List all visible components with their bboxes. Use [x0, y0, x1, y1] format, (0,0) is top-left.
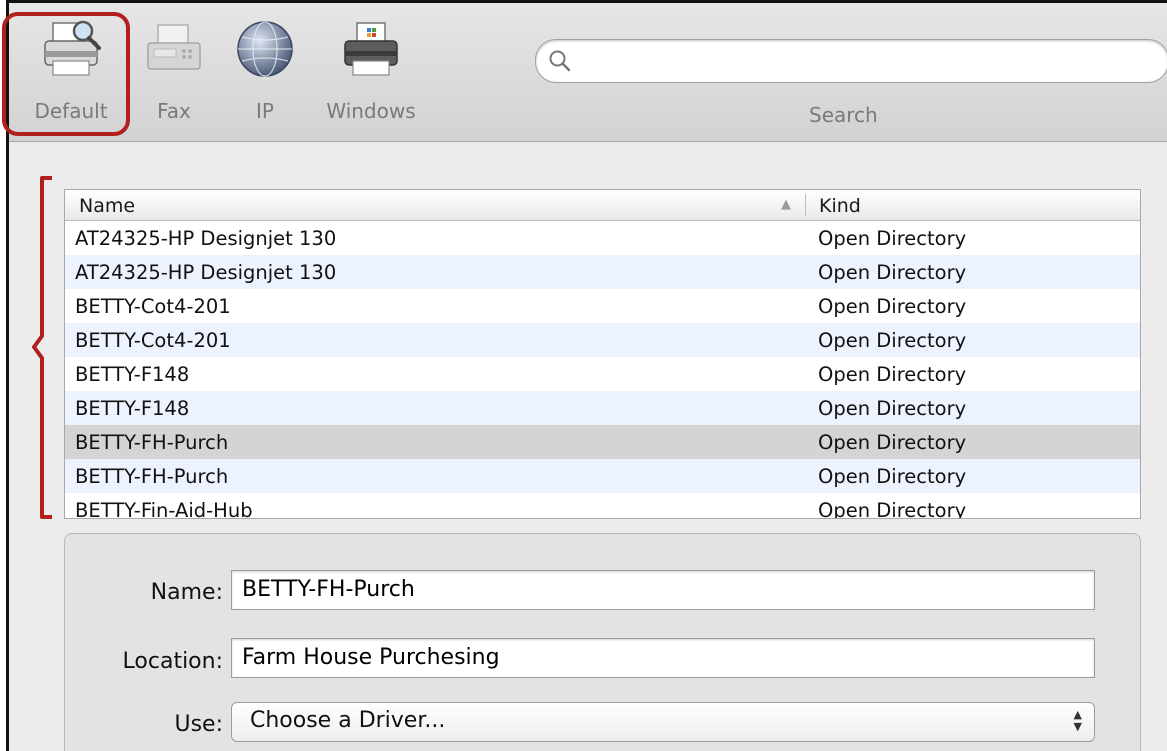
search-label: Search: [809, 103, 878, 127]
ip-button[interactable]: IP: [227, 17, 303, 123]
location-field-label: Location:: [122, 649, 223, 674]
printer-name: BETTY-FH-Purch: [75, 465, 229, 488]
ip-label: IP: [256, 99, 274, 123]
fax-label: Fax: [157, 99, 191, 123]
select-arrows-icon: ▲ ▼: [1073, 708, 1082, 733]
name-field[interactable]: BETTY-FH-Purch: [231, 570, 1095, 610]
table-body: AT24325-HP Designjet 130 Open Directory …: [65, 221, 1140, 519]
globe-icon: [233, 17, 297, 81]
printer-name: AT24325-HP Designjet 130: [75, 227, 337, 250]
table-row[interactable]: BETTY-FH-Purch Open Directory: [65, 459, 1140, 493]
printer-kind: Open Directory: [818, 431, 967, 454]
table-row[interactable]: BETTY-F148 Open Directory: [65, 391, 1140, 425]
printer-windows-icon: [339, 17, 403, 81]
table-row[interactable]: AT24325-HP Designjet 130 Open Directory: [65, 255, 1140, 289]
table-header: Name ▲ Kind: [65, 190, 1140, 221]
printer-name: BETTY-F148: [75, 397, 190, 420]
table-row[interactable]: BETTY-Fin-Aid-Hub Open Directory: [65, 493, 1140, 519]
driver-select-value: Choose a Driver...: [250, 708, 446, 733]
list-bracket-annotation: [32, 176, 52, 519]
printer-kind: Open Directory: [818, 499, 967, 519]
printer-name: BETTY-Fin-Aid-Hub: [75, 499, 253, 519]
table-row[interactable]: BETTY-F148 Open Directory: [65, 357, 1140, 391]
magnifier-icon: [549, 50, 571, 72]
printer-kind: Open Directory: [818, 295, 967, 318]
use-field-label: Use:: [174, 712, 223, 737]
column-divider[interactable]: [805, 194, 806, 216]
printer-kind: Open Directory: [818, 465, 967, 488]
printer-kind: Open Directory: [818, 363, 967, 386]
printer-name: BETTY-F148: [75, 363, 190, 386]
column-header-name[interactable]: Name: [79, 195, 135, 217]
printer-kind: Open Directory: [818, 227, 967, 250]
search-field[interactable]: [535, 39, 1167, 83]
sort-ascending-icon: ▲: [781, 197, 791, 212]
printer-name: BETTY-Cot4-201: [75, 329, 231, 352]
name-field-label: Name:: [150, 580, 223, 605]
printer-details-panel: Name: BETTY-FH-Purch Location: Farm Hous…: [64, 533, 1141, 751]
printer-name: AT24325-HP Designjet 130: [75, 261, 337, 284]
windows-button[interactable]: Windows: [313, 17, 429, 123]
driver-select[interactable]: Choose a Driver... ▲ ▼: [231, 702, 1095, 742]
printer-name: BETTY-Cot4-201: [75, 295, 231, 318]
toolbar: Default Fax IP Windows Search: [9, 3, 1167, 142]
table-row-selected[interactable]: BETTY-FH-Purch Open Directory: [65, 425, 1140, 459]
windows-label: Windows: [326, 99, 416, 123]
fax-button[interactable]: Fax: [139, 17, 209, 123]
fax-icon: [142, 17, 206, 81]
default-highlight-box: [2, 12, 130, 136]
table-row[interactable]: BETTY-Cot4-201 Open Directory: [65, 323, 1140, 357]
printer-kind: Open Directory: [818, 261, 967, 284]
search-input[interactable]: [582, 46, 1146, 76]
table-row[interactable]: BETTY-Cot4-201 Open Directory: [65, 289, 1140, 323]
add-printer-window: Default Fax IP Windows Search Name ▲ Kin…: [6, 0, 1167, 751]
location-field[interactable]: Farm House Purchesing: [231, 638, 1095, 678]
printer-name: BETTY-FH-Purch: [75, 431, 229, 454]
printer-kind: Open Directory: [818, 397, 967, 420]
printer-list[interactable]: Name ▲ Kind AT24325-HP Designjet 130 Ope…: [64, 189, 1141, 519]
column-header-kind[interactable]: Kind: [819, 195, 861, 217]
table-row[interactable]: AT24325-HP Designjet 130 Open Directory: [65, 221, 1140, 255]
printer-kind: Open Directory: [818, 329, 967, 352]
